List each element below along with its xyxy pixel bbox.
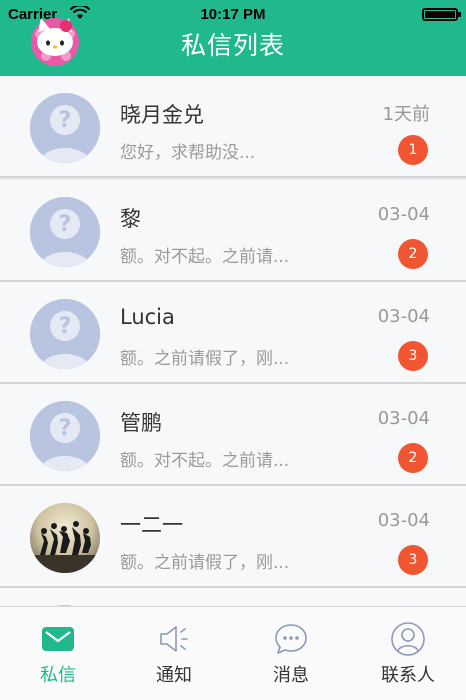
svg-text:?: ? — [59, 108, 72, 133]
tab-contacts[interactable]: 联系人 — [350, 607, 466, 700]
default-avatar: ? — [30, 197, 100, 267]
photo-avatar — [30, 503, 100, 573]
message-preview: 额。对不起。之前请... — [120, 247, 290, 267]
message-date: 03-04 — [377, 204, 430, 225]
tab-label: 消息 — [273, 665, 309, 686]
message-row[interactable]: ? 晓月金兑 您好，求帮助没... 1天前 1 — [0, 76, 466, 178]
message-preview: 您好，求帮助没... — [120, 143, 256, 163]
message-row[interactable]: ? 管鹏 额。对不起。之前请... 03-04 2 — [0, 384, 466, 486]
message-row[interactable]: ? Lucia 额。之前请假了，刚... 03-04 3 — [0, 282, 466, 384]
default-avatar: ? — [30, 401, 100, 471]
message-preview: 额。对不起。之前请... — [120, 451, 290, 471]
contact-icon — [391, 622, 425, 656]
message-date: 03-04 — [377, 306, 430, 327]
default-avatar: ? — [30, 93, 100, 163]
message-row[interactable]: ? 黎 额。对不起。之前请... 03-04 2 — [0, 180, 466, 282]
tab-messages[interactable]: 消息 — [233, 607, 349, 700]
chat-bubble-icon — [275, 624, 307, 654]
message-list[interactable]: ? 晓月金兑 您好，求帮助没... 1天前 1 ? 黎 额。对不起。之前请...… — [0, 76, 466, 606]
unread-badge: 1 — [398, 135, 428, 165]
svg-text:?: ? — [59, 212, 72, 237]
tab-label: 通知 — [156, 665, 192, 686]
battery-icon — [422, 8, 461, 21]
message-preview: 额。之前请假了，刚... — [120, 349, 290, 369]
unread-badge: 2 — [398, 443, 428, 473]
message-row[interactable]: 一二一 额。之前请假了，刚... 03-04 3 — [0, 486, 466, 588]
page-title: 私信列表 — [180, 31, 285, 60]
svg-text:?: ? — [59, 314, 72, 339]
tab-label: 联系人 — [381, 665, 435, 686]
message-row[interactable] — [0, 588, 466, 606]
contact-name: Lucia — [120, 305, 175, 329]
tab-label: 私信 — [40, 665, 76, 686]
contact-name: 晓月金兑 — [120, 103, 204, 127]
unread-badge: 2 — [398, 239, 428, 269]
tab-notifications[interactable]: 通知 — [116, 607, 232, 700]
tab-bar: 私信 通知 消息 联系人 — [0, 606, 466, 700]
megaphone-icon — [160, 626, 188, 652]
default-avatar: ? — [30, 299, 100, 369]
app-header: Carrier 10:17 PM 私信列表 — [0, 0, 466, 76]
message-date: 03-04 — [377, 510, 430, 531]
svg-text:?: ? — [59, 416, 72, 441]
mail-icon — [42, 627, 74, 651]
unread-badge: 3 — [398, 545, 428, 575]
tab-private-messages[interactable]: 私信 — [0, 607, 116, 700]
message-date: 03-04 — [377, 408, 430, 429]
message-preview: 额。之前请假了，刚... — [120, 553, 290, 573]
contact-name: 管鹏 — [120, 411, 162, 435]
message-date: 1天前 — [382, 104, 430, 125]
contact-name: 一二一 — [120, 513, 183, 537]
unread-badge: 3 — [398, 341, 428, 371]
contact-name: 黎 — [120, 207, 141, 231]
